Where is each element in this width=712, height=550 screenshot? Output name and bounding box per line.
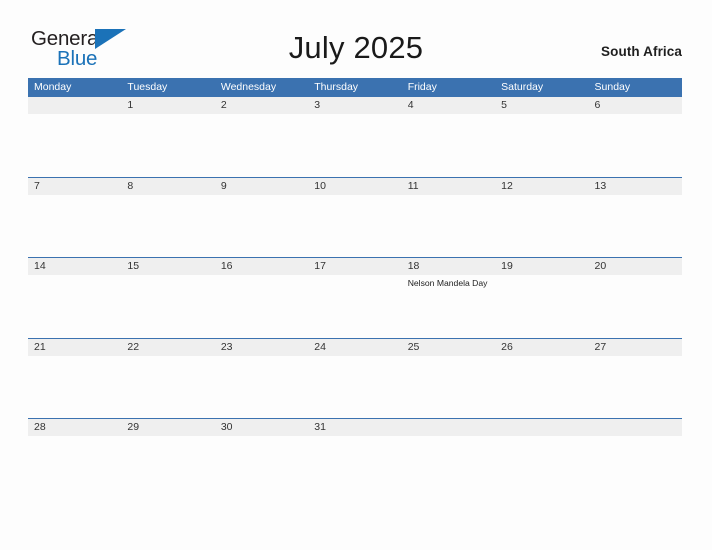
day-number[interactable]: 31 [308, 419, 401, 436]
day-event[interactable] [589, 436, 682, 499]
day-event[interactable] [121, 114, 214, 177]
day-number[interactable] [589, 419, 682, 436]
day-number[interactable]: 2 [215, 97, 308, 114]
week-row: 1 2 3 4 5 6 [28, 96, 682, 177]
day-event[interactable] [308, 436, 401, 499]
day-number[interactable]: 25 [402, 339, 495, 356]
day-number[interactable]: 27 [589, 339, 682, 356]
date-number-strip: 28 29 30 31 [28, 418, 682, 436]
day-number[interactable]: 17 [308, 258, 401, 275]
day-event[interactable] [495, 356, 588, 419]
date-number-strip: 1 2 3 4 5 6 [28, 96, 682, 114]
weekday-header-wednesday: Wednesday [220, 81, 277, 93]
day-event[interactable] [215, 356, 308, 419]
day-number[interactable]: 1 [121, 97, 214, 114]
day-event[interactable] [402, 356, 495, 419]
day-event-nelson-mandela-day[interactable]: Nelson Mandela Day [402, 275, 495, 338]
day-number[interactable]: 20 [589, 258, 682, 275]
week-row: 7 8 9 10 11 12 13 [28, 176, 682, 258]
day-number[interactable]: 15 [121, 258, 214, 275]
weekday-header-tuesday: Tuesday [127, 81, 168, 93]
day-number[interactable]: 26 [495, 339, 588, 356]
day-event[interactable] [495, 195, 588, 258]
event-area-row [28, 195, 682, 258]
day-event[interactable] [28, 356, 121, 419]
week-row: 21 22 23 24 25 26 27 [28, 337, 682, 419]
day-event[interactable] [215, 275, 308, 338]
day-event[interactable] [121, 275, 214, 338]
day-number[interactable]: 23 [215, 339, 308, 356]
day-number[interactable]: 10 [308, 178, 401, 195]
day-number[interactable]: 4 [402, 97, 495, 114]
week-row: 14 15 16 17 18 19 20 Nelson Mandela Day [28, 257, 682, 338]
day-number[interactable]: 12 [495, 178, 588, 195]
day-event[interactable] [308, 114, 401, 177]
day-number[interactable]: 16 [215, 258, 308, 275]
day-event[interactable] [308, 195, 401, 258]
day-event[interactable] [28, 195, 121, 258]
day-event[interactable] [215, 114, 308, 177]
day-event[interactable] [589, 275, 682, 338]
day-number[interactable]: 3 [308, 97, 401, 114]
day-number[interactable] [28, 97, 121, 114]
day-event[interactable] [402, 195, 495, 258]
day-number[interactable]: 18 [402, 258, 495, 275]
day-number[interactable]: 5 [495, 97, 588, 114]
weekday-header-thursday: Thursday [314, 81, 359, 93]
calendar-page: General Blue July 2025 South Africa Mond… [0, 0, 712, 550]
day-event[interactable] [495, 436, 588, 499]
event-area-row [28, 114, 682, 177]
day-event[interactable] [215, 436, 308, 499]
day-event[interactable] [495, 275, 588, 338]
day-event[interactable] [215, 195, 308, 258]
day-number[interactable]: 6 [589, 97, 682, 114]
day-number[interactable]: 13 [589, 178, 682, 195]
day-event[interactable] [402, 436, 495, 499]
day-number[interactable] [402, 419, 495, 436]
weekday-header-sunday: Sunday [594, 81, 631, 93]
event-area-row [28, 436, 682, 499]
day-event[interactable] [28, 436, 121, 499]
day-event[interactable] [589, 356, 682, 419]
day-number[interactable]: 11 [402, 178, 495, 195]
weekday-header-monday: Monday [34, 81, 72, 93]
day-number[interactable]: 21 [28, 339, 121, 356]
day-number[interactable]: 30 [215, 419, 308, 436]
day-number[interactable]: 24 [308, 339, 401, 356]
day-event[interactable] [121, 436, 214, 499]
day-event[interactable] [589, 195, 682, 258]
day-event[interactable] [402, 114, 495, 177]
day-number[interactable]: 29 [121, 419, 214, 436]
day-number[interactable]: 22 [121, 339, 214, 356]
day-number[interactable]: 7 [28, 178, 121, 195]
country-label: South Africa [601, 44, 682, 59]
day-event[interactable] [589, 114, 682, 177]
event-area-row: Nelson Mandela Day [28, 275, 682, 338]
day-number[interactable]: 19 [495, 258, 588, 275]
week-row: 28 29 30 31 [28, 418, 682, 499]
page-header: General Blue July 2025 South Africa [0, 0, 712, 78]
day-number[interactable]: 28 [28, 419, 121, 436]
day-number[interactable]: 8 [121, 178, 214, 195]
day-number[interactable]: 14 [28, 258, 121, 275]
day-event[interactable] [308, 356, 401, 419]
day-event[interactable] [308, 275, 401, 338]
day-event[interactable] [28, 275, 121, 338]
day-event[interactable] [28, 114, 121, 177]
date-number-strip: 14 15 16 17 18 19 20 [28, 257, 682, 275]
weekday-header-row: Monday Tuesday Wednesday Thursday Friday… [28, 78, 682, 96]
date-number-strip: 21 22 23 24 25 26 27 [28, 337, 682, 356]
date-number-strip: 7 8 9 10 11 12 13 [28, 176, 682, 195]
day-event[interactable] [121, 195, 214, 258]
calendar-grid: Monday Tuesday Wednesday Thursday Friday… [28, 78, 682, 499]
day-event[interactable] [495, 114, 588, 177]
day-number[interactable]: 9 [215, 178, 308, 195]
day-number[interactable] [495, 419, 588, 436]
weekday-header-saturday: Saturday [501, 81, 544, 93]
event-area-row [28, 356, 682, 419]
weekday-header-friday: Friday [407, 81, 437, 93]
day-event[interactable] [121, 356, 214, 419]
